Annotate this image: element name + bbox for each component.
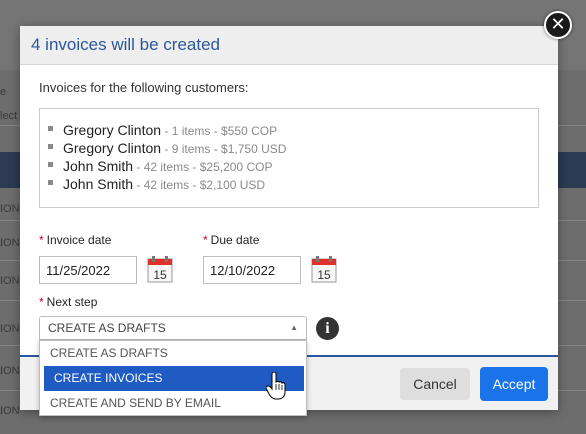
due-date-label-text: Due date: [210, 233, 260, 247]
hand-pointer-icon: [266, 372, 286, 400]
customer-name: Gregory Clinton: [63, 140, 162, 156]
calendar-day: 15: [317, 268, 331, 282]
due-date-input[interactable]: [203, 256, 301, 284]
bg-text-fragment: e: [0, 86, 7, 98]
calendar-icon[interactable]: 15: [311, 255, 337, 283]
due-date-label: * Due date: [203, 233, 259, 247]
required-marker: *: [203, 233, 208, 247]
info-icon[interactable]: i: [316, 317, 339, 340]
required-marker: *: [39, 233, 44, 247]
bg-text-fragment: ION: [0, 405, 20, 417]
bg-text-fragment: ION: [0, 365, 20, 377]
caret-up-icon: ▲: [290, 323, 298, 332]
bg-text-fragment: lect: [0, 110, 18, 122]
bg-text-fragment: ION: [0, 275, 20, 287]
dropdown-option-highlighted[interactable]: CREATE INVOICES: [44, 366, 304, 391]
customer-name: Gregory Clinton: [63, 122, 162, 138]
bullet-icon: [48, 162, 53, 168]
dialog-header: 4 invoices will be created: [20, 26, 558, 65]
dropdown-option[interactable]: CREATE AS DRAFTS: [40, 341, 306, 366]
customer-detail: - 9 items - $1,750 USD: [161, 142, 287, 156]
next-step-label-text: Next step: [46, 295, 98, 309]
bg-text-fragment: ION: [0, 237, 20, 249]
list-item: Gregory Clinton - 1 items - $550 COP: [48, 121, 286, 139]
bullet-icon: [48, 144, 53, 150]
invoice-date-label: * Invoice date: [39, 233, 111, 247]
customer-detail: - 42 items - $25,200 COP: [133, 160, 273, 174]
bullet-icon: [48, 126, 53, 132]
customer-list-box: Gregory Clinton - 1 items - $550 COP Gre…: [39, 108, 539, 208]
bullet-icon: [48, 180, 53, 186]
customer-detail: - 1 items - $550 COP: [161, 124, 278, 138]
customer-name: John Smith: [63, 176, 134, 192]
next-step-select[interactable]: CREATE AS DRAFTS ▲: [39, 316, 307, 340]
next-step-selected-value: CREATE AS DRAFTS: [48, 321, 166, 335]
invoice-date-input[interactable]: [39, 256, 137, 284]
calendar-day: 15: [153, 268, 167, 282]
required-marker: *: [39, 295, 44, 309]
customer-name: John Smith: [63, 158, 134, 174]
customers-intro-text: Invoices for the following customers:: [39, 80, 249, 95]
bg-text-fragment: ION: [0, 203, 20, 215]
cancel-button[interactable]: Cancel: [400, 368, 470, 400]
invoice-date-label-text: Invoice date: [46, 233, 112, 247]
customer-list: Gregory Clinton - 1 items - $550 COP Gre…: [48, 121, 286, 193]
bg-text-fragment: ION: [0, 323, 20, 335]
customer-detail: - 42 items - $2,100 USD: [133, 178, 266, 192]
calendar-icon[interactable]: 15: [147, 255, 173, 283]
dialog-title: 4 invoices will be created: [31, 35, 220, 54]
list-item: John Smith - 42 items - $25,200 COP: [48, 157, 286, 175]
list-item: John Smith - 42 items - $2,100 USD: [48, 175, 286, 193]
close-icon[interactable]: ✕: [544, 11, 572, 39]
accept-button[interactable]: Accept: [480, 367, 548, 401]
list-item: Gregory Clinton - 9 items - $1,750 USD: [48, 139, 286, 157]
next-step-label: * Next step: [39, 295, 97, 309]
